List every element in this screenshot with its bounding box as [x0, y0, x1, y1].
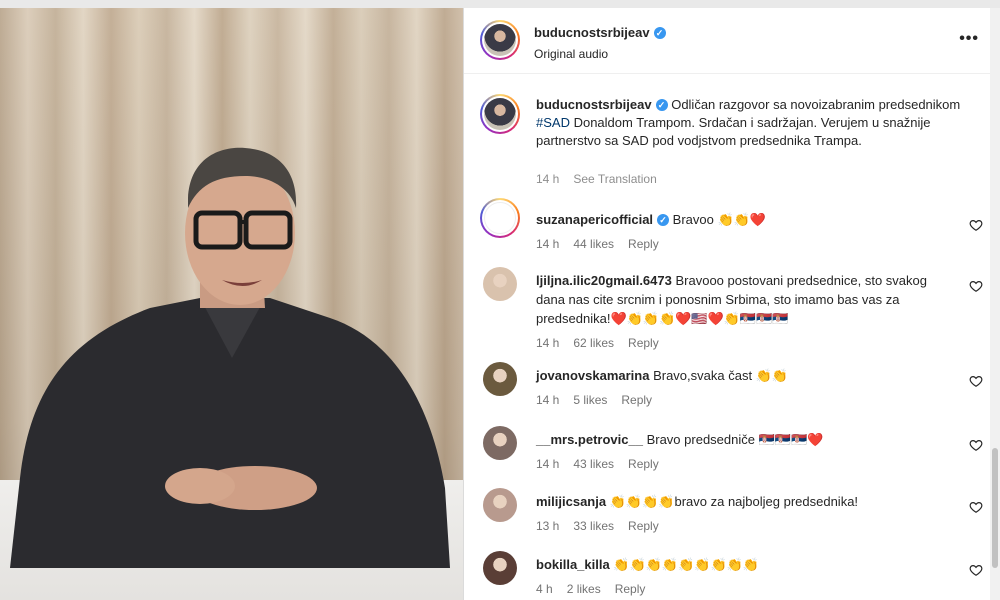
comment-meta: 4 h 2 likes Reply [536, 582, 659, 596]
heart-outline-icon[interactable] [969, 563, 983, 577]
instagram-post-view: buducnostsrbijeav ✓ Original audio ••• bu… [0, 0, 1000, 600]
heart-outline-icon[interactable] [969, 438, 983, 452]
commenter-username[interactable]: milijicsanja [536, 494, 606, 509]
comment-body: Bravo,svaka čast 👏👏 [653, 368, 789, 383]
comment-likes[interactable]: 33 likes [573, 519, 614, 533]
window-top-strip [0, 0, 1000, 8]
reply-button[interactable]: Reply [628, 519, 659, 533]
comment-body: Bravoo 👏👏❤️ [672, 212, 767, 227]
commenter-avatar[interactable] [483, 362, 517, 396]
reply-button[interactable]: Reply [628, 336, 659, 350]
commenter-avatar[interactable] [483, 488, 517, 522]
commenter-username[interactable]: bokilla_killa [536, 557, 610, 572]
comment-meta: 14 h 43 likes Reply [536, 457, 673, 471]
comment-text: jovanovskamarina Bravo,svaka čast 👏👏 [536, 366, 956, 385]
comment-body: Bravo predsedniče 🇷🇸🇷🇸🇷🇸❤️ [646, 432, 824, 447]
commenter-username[interactable]: __mrs.petrovic__ [536, 432, 643, 447]
comment-meta: 14 h 62 likes Reply [536, 336, 673, 350]
heart-outline-icon[interactable] [969, 374, 983, 388]
reply-button[interactable]: Reply [628, 457, 659, 471]
caption-time: 14 h [536, 172, 560, 186]
hashtag-link[interactable]: #SAD [536, 115, 570, 130]
heart-outline-icon[interactable] [969, 218, 983, 232]
comment-meta: 13 h 33 likes Reply [536, 519, 673, 533]
scrollbar[interactable] [990, 8, 1000, 600]
caption-body-start: Odličan razgovor sa novoizabranim predse… [671, 97, 961, 112]
heart-outline-icon[interactable] [969, 500, 983, 514]
comment-likes[interactable]: 43 likes [573, 457, 614, 471]
commenter-avatar[interactable] [483, 551, 517, 585]
scrollbar-thumb[interactable] [992, 448, 998, 568]
comment-time: 4 h [536, 582, 553, 596]
comment-body: 👏👏👏👏👏👏👏👏👏 [613, 557, 760, 572]
comment-likes[interactable]: 44 likes [573, 237, 614, 251]
comment-meta: 14 h 44 likes Reply [536, 237, 673, 251]
caption-text: buducnostsrbijeav ✓ Odličan razgovor sa n… [536, 96, 976, 150]
comment-time: 14 h [536, 336, 560, 350]
commenter-username[interactable]: suzanapericofficial [536, 212, 653, 227]
author-avatar[interactable] [480, 20, 520, 60]
see-translation-link[interactable]: See Translation [573, 172, 656, 186]
comment-likes[interactable]: 2 likes [567, 582, 601, 596]
comment-likes[interactable]: 62 likes [573, 336, 614, 350]
speaker-figure [10, 147, 450, 568]
reply-button[interactable]: Reply [621, 393, 652, 407]
post-side-panel: buducnostsrbijeav ✓ Original audio ••• bu… [463, 8, 1000, 600]
commenter-avatar[interactable] [483, 267, 517, 301]
commenter-avatar[interactable] [483, 426, 517, 460]
post-header: buducnostsrbijeav ✓ Original audio ••• [464, 8, 1000, 74]
comment-text: bokilla_killa 👏👏👏👏👏👏👏👏👏 [536, 555, 956, 574]
caption-body-end: Donaldom Trampom. Srdačan i sadržajan. V… [536, 115, 931, 148]
comment-text: ljiljna.ilic20gmail.6473 Bravooo postova… [536, 271, 956, 328]
commenter-username[interactable]: jovanovskamarina [536, 368, 649, 383]
caption-author-avatar[interactable] [480, 94, 520, 134]
reply-button[interactable]: Reply [628, 237, 659, 251]
comment-text: __mrs.petrovic__ Bravo predsedniče 🇷🇸🇷🇸🇷… [536, 430, 956, 449]
commenter-avatar[interactable] [480, 198, 520, 238]
post-video[interactable] [0, 8, 463, 600]
author-block: buducnostsrbijeav ✓ Original audio [534, 24, 666, 61]
caption-author-username[interactable]: buducnostsrbijeav [536, 97, 652, 112]
comment-text: suzanapericofficial ✓ Bravoo 👏👏❤️ [536, 210, 956, 229]
caption-meta: 14 h See Translation [536, 172, 671, 186]
verified-badge-icon: ✓ [653, 27, 666, 39]
comment-time: 14 h [536, 457, 560, 471]
comment-time: 14 h [536, 237, 560, 251]
more-options-icon[interactable]: ••• [959, 30, 979, 48]
verified-badge-icon: ✓ [657, 214, 670, 226]
comment-likes[interactable]: 5 likes [573, 393, 607, 407]
comment-text: milijicsanja 👏👏👏👏bravo za najboljeg pred… [536, 492, 956, 511]
commenter-username[interactable]: ljiljna.ilic20gmail.6473 [536, 273, 672, 288]
comment-time: 13 h [536, 519, 560, 533]
audio-label[interactable]: Original audio [534, 47, 666, 61]
heart-outline-icon[interactable] [969, 279, 983, 293]
author-username[interactable]: buducnostsrbijeav [534, 25, 650, 40]
reply-button[interactable]: Reply [615, 582, 646, 596]
verified-badge-icon: ✓ [655, 99, 668, 111]
comment-time: 14 h [536, 393, 560, 407]
comment-meta: 14 h 5 likes Reply [536, 393, 666, 407]
comment-body: 👏👏👏👏bravo za najboljeg predsednika! [609, 494, 859, 509]
